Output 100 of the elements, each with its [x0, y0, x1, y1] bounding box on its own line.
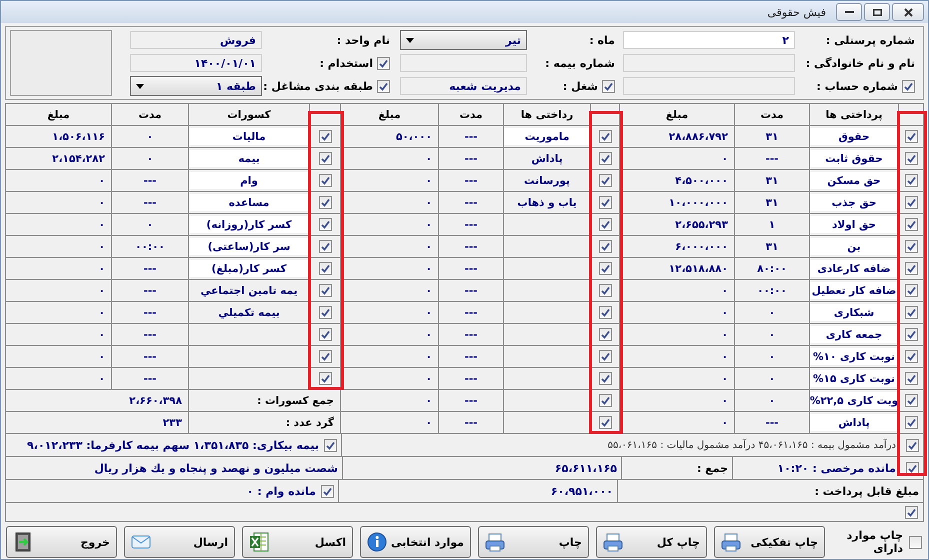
window-title: فیش حقوقی — [767, 6, 826, 18]
field-label: شماره حساب : — [816, 80, 898, 92]
table-cell: ۰ — [112, 148, 188, 169]
column-header: مدت — [735, 104, 809, 125]
maximize-button[interactable] — [864, 3, 890, 21]
table-cell: ۰ — [341, 192, 438, 213]
checkbox[interactable] — [318, 240, 332, 253]
checkbox[interactable] — [318, 130, 332, 143]
input-field[interactable]: فروش — [130, 31, 262, 49]
table-cell: ۸۰:۰۰ — [735, 258, 809, 279]
table-cell: ۰ — [6, 236, 111, 257]
checkbox[interactable] — [318, 350, 332, 363]
table-cell: حقوق ثابت — [810, 148, 898, 169]
table-cell: ۰ — [341, 280, 438, 301]
checkbox[interactable] — [904, 372, 918, 385]
checkbox[interactable] — [904, 240, 918, 253]
maximize-icon — [872, 8, 882, 16]
checkbox[interactable] — [321, 484, 334, 498]
table-cell: ۰ — [6, 324, 111, 345]
checkbox[interactable] — [318, 152, 332, 165]
checkbox[interactable] — [904, 350, 918, 363]
checkbox[interactable] — [904, 394, 918, 407]
input-field[interactable] — [400, 54, 527, 72]
exit-door-icon — [13, 532, 33, 552]
dropdown[interactable]: طبقه ۱ — [130, 76, 262, 96]
checkbox[interactable] — [318, 218, 332, 231]
checkbox[interactable] — [909, 536, 922, 548]
checkbox[interactable] — [598, 416, 612, 429]
checkbox[interactable] — [377, 80, 390, 92]
checkbox[interactable] — [904, 416, 918, 429]
checkbox[interactable] — [904, 152, 918, 165]
checkbox[interactable] — [318, 174, 332, 187]
field-label: طبقه بندی مشاغل : — [263, 80, 373, 92]
checkbox[interactable] — [598, 196, 612, 209]
button[interactable]: چاپ — [478, 526, 589, 558]
checkbox[interactable] — [598, 130, 612, 143]
checkbox[interactable] — [377, 56, 390, 70]
input-field[interactable]: ۲ — [623, 31, 795, 49]
button[interactable]: موارد انتخابی — [360, 526, 471, 558]
checkbox[interactable] — [902, 80, 915, 92]
checkbox[interactable] — [598, 306, 612, 319]
table-cell: --- — [439, 148, 503, 169]
table-cell: --- — [439, 258, 503, 279]
checkbox[interactable] — [904, 174, 918, 187]
table-cell: ۴،۵۰۰،۰۰۰ — [620, 170, 734, 191]
checkbox[interactable] — [598, 372, 612, 385]
checkbox[interactable] — [905, 506, 918, 518]
table-cell: ۰ — [735, 302, 809, 323]
button[interactable]: چاپ کل — [596, 526, 707, 558]
total-value: ۲۳۳ — [6, 412, 188, 433]
table-cell: ۰ — [620, 280, 734, 301]
column-header: مدت — [439, 104, 503, 125]
checkbox[interactable] — [598, 262, 612, 275]
table-cell: --- — [439, 302, 503, 323]
checkbox[interactable] — [318, 328, 332, 341]
input-field[interactable] — [623, 77, 795, 95]
checkbox[interactable] — [598, 350, 612, 363]
input-field[interactable] — [623, 54, 795, 72]
checkbox[interactable] — [598, 284, 612, 297]
checkbox[interactable] — [318, 372, 332, 385]
checkbox[interactable] — [318, 196, 332, 209]
close-button[interactable] — [892, 3, 924, 21]
checkbox[interactable] — [598, 240, 612, 253]
checkbox[interactable] — [602, 80, 615, 92]
checkbox[interactable] — [598, 152, 612, 165]
checkbox[interactable] — [318, 262, 332, 275]
checkbox[interactable] — [318, 284, 332, 297]
input-field[interactable]: مدیریت شعبه — [400, 77, 527, 95]
checkbox[interactable] — [598, 328, 612, 341]
input-field[interactable]: ۱۴۰۰/۰۱/۰۱ — [130, 54, 262, 72]
field-label: شماره پرسنلی : — [826, 34, 915, 46]
checkbox[interactable] — [318, 306, 332, 319]
button[interactable]: اکسل — [242, 526, 353, 558]
dropdown[interactable]: تیر — [400, 30, 527, 50]
checkbox[interactable] — [598, 174, 612, 187]
column-header: پرداختی ها — [810, 104, 898, 125]
button[interactable]: ارسال — [124, 526, 235, 558]
button[interactable]: خروج — [6, 526, 117, 558]
table-cell: --- — [112, 346, 188, 367]
checkbox[interactable] — [904, 284, 918, 297]
checkbox[interactable] — [324, 438, 337, 452]
table-cell: ۳۱ — [735, 236, 809, 257]
checkbox[interactable] — [904, 328, 918, 341]
checkbox[interactable] — [904, 306, 918, 319]
checkbox[interactable] — [598, 218, 612, 231]
field-label: استخدام : — [320, 56, 373, 70]
checkbox[interactable] — [904, 262, 918, 275]
button[interactable]: چاپ تفکیکی — [714, 526, 825, 558]
minimize-button[interactable] — [836, 3, 862, 21]
checkbox[interactable] — [598, 394, 612, 407]
table-cell: ۰ — [735, 324, 809, 345]
table-cell: ۰ — [620, 368, 734, 389]
checkbox[interactable] — [906, 438, 918, 452]
checkbox[interactable] — [904, 130, 918, 143]
table-cell: ۰ — [735, 368, 809, 389]
checkbox[interactable] — [906, 462, 918, 474]
checkbox[interactable] — [904, 218, 918, 231]
spreadsheet-icon — [249, 532, 269, 552]
checkbox[interactable] — [904, 196, 918, 209]
checkbox-label: چاپ موارد دارای — [846, 528, 903, 556]
